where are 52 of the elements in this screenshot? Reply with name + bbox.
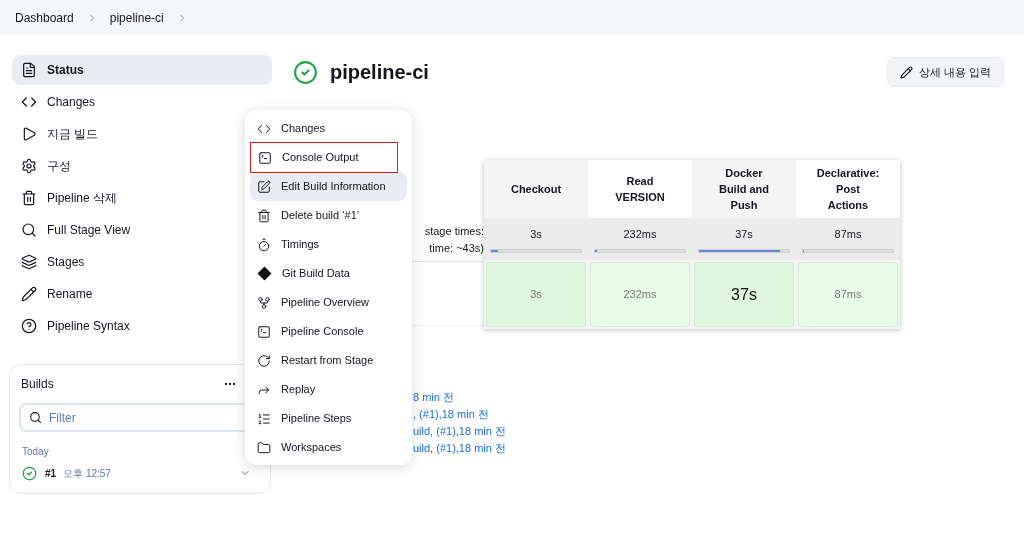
build-link[interactable]: , (#1),18 min 전 bbox=[413, 406, 1004, 423]
builds-title: Builds bbox=[21, 376, 54, 393]
stage-header: Declarative: Post Actions bbox=[796, 160, 900, 218]
terminal-icon bbox=[257, 324, 271, 339]
build-time: 오후 12:57 bbox=[63, 466, 111, 481]
settings-icon bbox=[21, 158, 37, 174]
search-icon bbox=[29, 411, 42, 424]
breadcrumb-link[interactable]: Dashboard bbox=[15, 8, 74, 27]
document-icon bbox=[21, 62, 37, 78]
sidebar-item[interactable]: Changes bbox=[12, 87, 272, 117]
build-link[interactable]: uild, (#1),18 min 전 bbox=[413, 423, 1004, 440]
build-number[interactable]: #1 bbox=[45, 465, 57, 481]
breadcrumb-link[interactable]: pipeline-ci bbox=[109, 8, 164, 27]
terminal-icon bbox=[258, 150, 272, 165]
average-time: 37s bbox=[735, 227, 753, 242]
menu-item[interactable]: Restart from Stage bbox=[250, 346, 407, 375]
stage-label: time: ~43s) bbox=[429, 240, 484, 256]
stage-cell[interactable]: 232ms bbox=[590, 262, 690, 327]
code-icon bbox=[21, 94, 37, 110]
fork-icon bbox=[257, 295, 271, 310]
average-time: 87ms bbox=[834, 227, 862, 242]
build-link[interactable]: uild, (#1),18 min 전 bbox=[413, 440, 1004, 457]
trash-icon bbox=[257, 208, 271, 223]
stage-label: stage times: bbox=[424, 223, 484, 239]
stage-cell[interactable]: 3s bbox=[486, 262, 586, 327]
list-icon bbox=[257, 411, 271, 426]
page-title: pipeline-ci bbox=[330, 60, 429, 85]
folder-icon bbox=[257, 440, 271, 455]
stage-header: Docker Build and Push bbox=[692, 160, 796, 218]
search-icon bbox=[21, 222, 37, 238]
edit-icon bbox=[257, 179, 271, 194]
layers-icon bbox=[21, 254, 37, 270]
help-icon bbox=[21, 318, 37, 334]
git-icon bbox=[257, 266, 272, 281]
stage-cell[interactable]: 37s bbox=[694, 262, 794, 327]
group-label: Today bbox=[21, 445, 50, 459]
pencil-icon bbox=[899, 65, 913, 79]
sidebar-item[interactable]: Status bbox=[12, 55, 272, 85]
build-link[interactable]: 8 min 전 bbox=[413, 389, 1004, 406]
average-time: 3s bbox=[530, 227, 542, 242]
play-icon bbox=[21, 126, 37, 142]
menu-item[interactable]: Workspaces bbox=[250, 433, 407, 462]
average-time: 232ms bbox=[623, 227, 657, 242]
pencil-icon bbox=[21, 286, 37, 302]
menu-item[interactable]: Edit Build Information bbox=[250, 172, 407, 201]
stage-cell[interactable]: 87ms bbox=[798, 262, 898, 327]
timer-icon bbox=[257, 237, 271, 252]
stage-header: Checkout bbox=[484, 160, 588, 218]
trash-icon bbox=[21, 190, 37, 206]
menu-item[interactable]: Replay bbox=[250, 375, 407, 404]
edit-description-button[interactable]: 상세 내용 입력 bbox=[886, 57, 1004, 87]
restart-icon bbox=[257, 353, 271, 368]
